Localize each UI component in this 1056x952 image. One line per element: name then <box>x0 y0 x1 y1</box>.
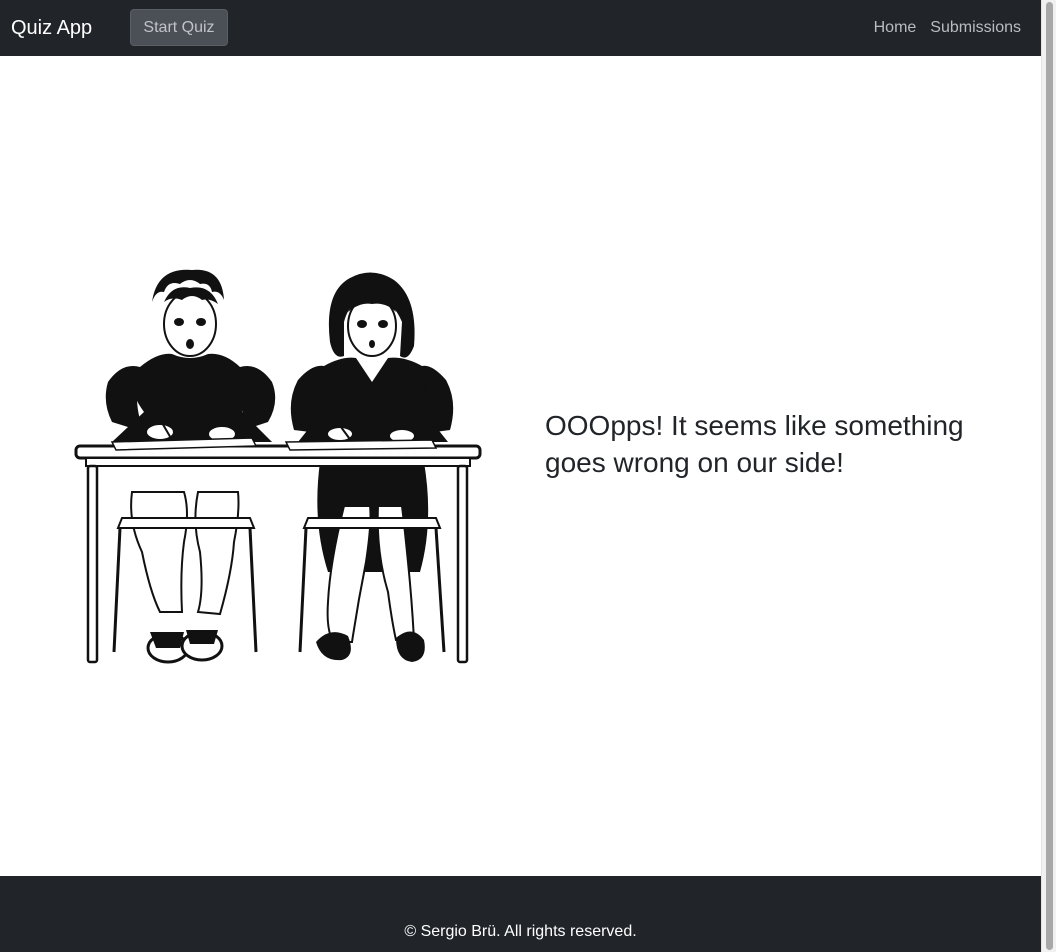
nav-links: Home Submissions <box>874 18 1021 38</box>
copyright-text: © Sergio Brü. All rights reserved. <box>404 923 637 940</box>
girl-figure <box>290 272 454 662</box>
page: Quiz App Start Quiz Home Submissions OOO… <box>0 0 1041 952</box>
nav-link-submissions[interactable]: Submissions <box>930 18 1021 38</box>
start-quiz-button[interactable]: Start Quiz <box>130 9 228 46</box>
nav-link-home[interactable]: Home <box>874 18 917 38</box>
brand-link[interactable]: Quiz App <box>11 16 92 40</box>
vertical-scrollbar[interactable] <box>1041 0 1056 952</box>
navbar: Quiz App Start Quiz Home Submissions <box>0 0 1041 56</box>
error-message: OOOpps! It seems like something goes wro… <box>545 410 964 478</box>
footer: © Sergio Brü. All rights reserved. <box>0 876 1041 952</box>
students-illustration <box>74 269 482 664</box>
scrollbar-thumb[interactable] <box>1046 2 1053 950</box>
